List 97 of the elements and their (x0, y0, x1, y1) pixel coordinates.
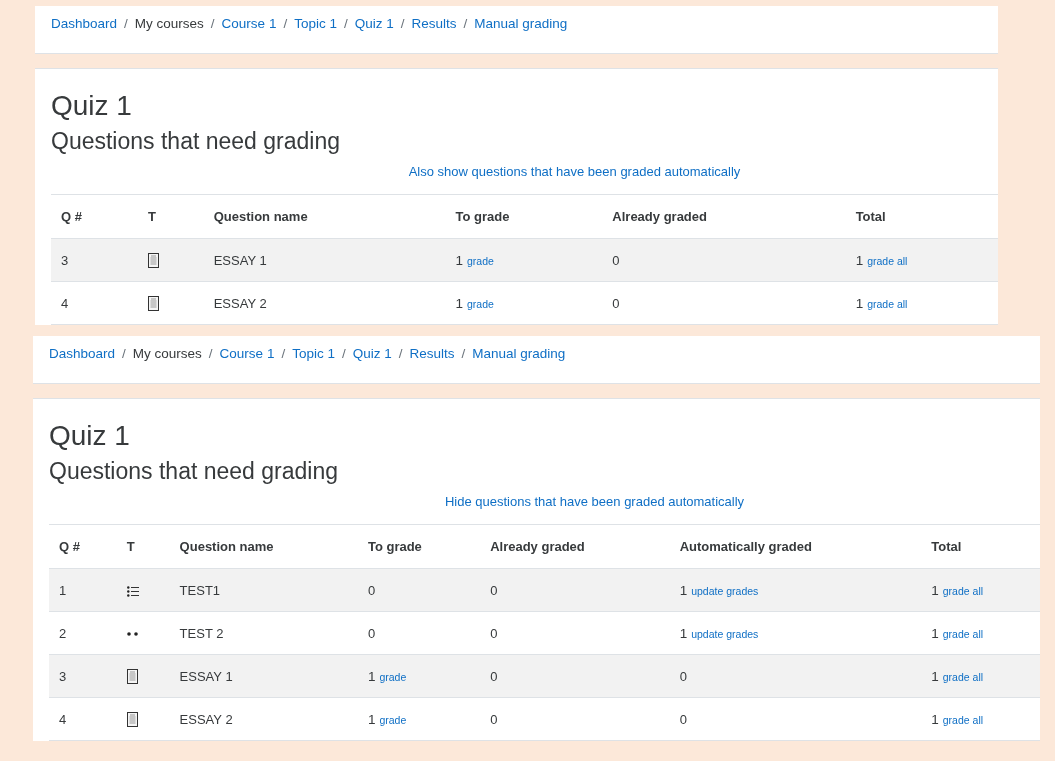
breadcrumb-link[interactable]: Dashboard (49, 346, 116, 361)
breadcrumb-separator: / (398, 346, 403, 361)
column-header: Q # (49, 524, 117, 569)
grade-link[interactable]: grade all (942, 713, 984, 726)
count-text: 1 (455, 252, 463, 268)
count-text: 1 (855, 295, 864, 311)
column-header: Question name (169, 524, 358, 569)
count-text: 1 (931, 625, 939, 641)
table-cell: ESSAY 1 (179, 668, 233, 684)
breadcrumb-separator: / (208, 346, 213, 361)
breadcrumb-separator: / (281, 346, 286, 361)
breadcrumb-text: My courses (132, 346, 202, 361)
breadcrumb-separator: / (400, 16, 405, 31)
column-header: Q # (51, 194, 138, 239)
grade-link[interactable]: grade all (942, 584, 984, 597)
grade-link[interactable]: grade (466, 254, 494, 267)
table-cell: 0 (367, 625, 376, 641)
table-cell: 0 (490, 668, 498, 684)
column-header: Total (845, 194, 998, 239)
two-dots-icon (126, 632, 139, 637)
breadcrumb-separator: / (283, 16, 288, 31)
grade-link[interactable]: grade (379, 670, 407, 683)
page-title: Quiz 1 (49, 419, 131, 453)
page-subtitle: Questions that need grading (51, 127, 341, 156)
count-text: 1 (455, 295, 463, 311)
breadcrumb-separator: / (341, 346, 346, 361)
breadcrumb-separator: / (124, 16, 128, 31)
column-header: Question name (203, 194, 446, 239)
toggle-link[interactable]: Also show questions that have been graded automatically (408, 164, 741, 179)
column-header: T (116, 524, 170, 569)
column-header: Already graded (602, 194, 846, 239)
table-cell: 0 (490, 625, 498, 641)
table-cell: ESSAY 1 (213, 252, 267, 268)
breadcrumb-text: My courses (134, 16, 204, 31)
table-cell: 4 (59, 711, 67, 727)
table-cell: 3 (59, 668, 67, 684)
column-header: Total (921, 524, 1040, 569)
table-cell: 2 (59, 625, 67, 641)
grade-link[interactable]: grade all (867, 254, 908, 267)
grade-link[interactable]: grade all (942, 627, 984, 640)
breadcrumb-separator: / (122, 346, 126, 361)
column-header: To grade (357, 524, 481, 569)
count-text: 1 (367, 668, 376, 684)
breadcrumb-separator: / (461, 346, 466, 361)
breadcrumb-link[interactable]: Course 1 (219, 346, 275, 361)
count-text: 1 (931, 582, 939, 598)
breadcrumb-separator: / (343, 16, 348, 31)
breadcrumb-link[interactable]: Dashboard (51, 16, 118, 31)
toggle-link[interactable]: Hide questions that have been graded automatically (444, 494, 745, 509)
table-cell: 0 (367, 582, 376, 598)
count-text: 1 (367, 711, 376, 727)
list-icon (126, 585, 139, 597)
count-text: 1 (931, 711, 939, 727)
breadcrumb-separator: / (463, 16, 468, 31)
table-cell: ESSAY 2 (179, 711, 233, 727)
breadcrumb-link[interactable]: Topic 1 (292, 346, 335, 361)
grade-link[interactable]: grade all (867, 297, 908, 310)
breadcrumb-link[interactable]: Quiz 1 (354, 16, 394, 31)
table-cell: 4 (61, 295, 69, 311)
grade-link[interactable]: update grades (691, 584, 759, 597)
table-cell: 0 (612, 295, 620, 311)
column-header: Automatically graded (669, 524, 922, 569)
table-cell: 0 (679, 711, 687, 727)
breadcrumb-link[interactable]: Course 1 (221, 16, 277, 31)
document-icon (147, 253, 159, 269)
table-cell: TEST 2 (179, 625, 224, 641)
table-cell: ESSAY 2 (213, 295, 267, 311)
table-cell: TEST1 (179, 582, 221, 598)
breadcrumb-link[interactable]: Quiz 1 (352, 346, 392, 361)
breadcrumb-link[interactable]: Topic 1 (294, 16, 337, 31)
document-icon (126, 712, 138, 728)
breadcrumb-link[interactable]: Results (411, 16, 457, 31)
table-cell: 0 (490, 582, 498, 598)
table-cell: 0 (679, 668, 687, 684)
document-icon (126, 669, 138, 685)
breadcrumb-link[interactable]: Results (409, 346, 455, 361)
table-cell: 3 (61, 252, 69, 268)
table-cell: 1 (59, 582, 67, 598)
grade-link[interactable]: grade all (942, 670, 984, 683)
column-header: Already graded (480, 524, 670, 569)
page-title: Quiz 1 (51, 89, 133, 123)
column-header: To grade (445, 194, 603, 239)
grade-link[interactable]: grade (379, 713, 407, 726)
count-text: 1 (679, 582, 688, 598)
table-cell: 0 (612, 252, 620, 268)
count-text: 1 (931, 668, 939, 684)
count-text: 1 (679, 625, 688, 641)
page-subtitle: Questions that need grading (49, 457, 339, 486)
breadcrumb-separator: / (210, 16, 215, 31)
count-text: 1 (855, 252, 864, 268)
grade-link[interactable]: grade (466, 297, 494, 310)
breadcrumb-link[interactable]: Manual grading (474, 16, 568, 31)
document-icon (147, 296, 159, 312)
column-header: T (137, 194, 204, 239)
grade-link[interactable]: update grades (691, 627, 759, 640)
table-cell: 0 (490, 711, 498, 727)
breadcrumb-link[interactable]: Manual grading (472, 346, 566, 361)
